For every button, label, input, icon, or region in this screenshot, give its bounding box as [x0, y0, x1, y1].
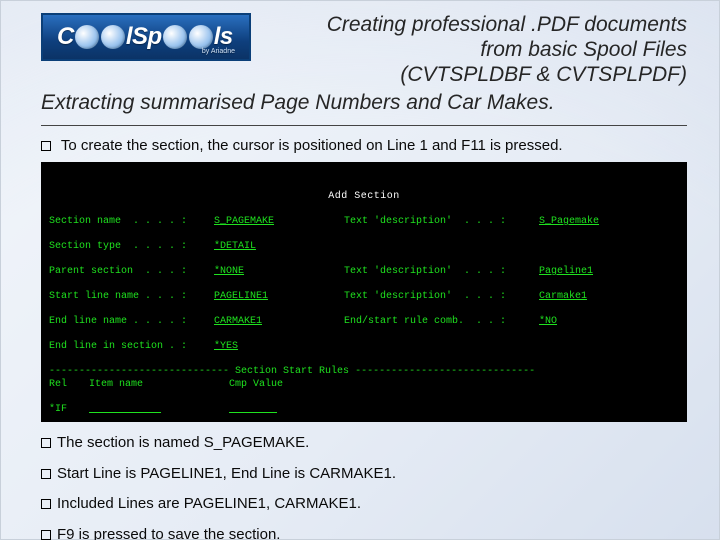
- note-item: Start Line is PAGELINE1, End Line is CAR…: [41, 463, 687, 486]
- col-rel: Rel: [49, 379, 89, 392]
- field-label: Section name . . . . :: [49, 216, 214, 229]
- note-item: The section is named S_PAGEMAKE.: [41, 432, 687, 455]
- field-value: S_PAGEMAKE: [214, 216, 344, 229]
- col-cmp: Cmp Value: [229, 379, 319, 392]
- notes-list: The section is named S_PAGEMAKE. Start L…: [41, 432, 687, 540]
- field-value: *NONE: [214, 266, 344, 279]
- terminal-screenshot: Add Section Section name . . . . :S_PAGE…: [41, 162, 687, 422]
- bullet-square-icon: [41, 530, 51, 540]
- col-item: Item name: [89, 379, 229, 392]
- bullet-square-icon: [41, 499, 51, 509]
- field-value: CARMAKE1: [214, 316, 344, 329]
- field-value: S_Pagemake: [539, 216, 599, 229]
- field-value: Carmake1: [539, 291, 587, 304]
- field-label: End line name . . . . :: [49, 316, 214, 329]
- note-text: F9 is pressed to save the section.: [57, 526, 280, 540]
- title-line-3: (CVTSPLDBF & CVTSPLPDF): [400, 63, 687, 86]
- title-line-1: Creating professional .PDF documents: [327, 13, 687, 36]
- note-item: F9 is pressed to save the section.: [41, 524, 687, 540]
- field-label: End line in section . :: [49, 341, 214, 354]
- field-value: PAGELINE1: [214, 291, 344, 304]
- bullet-square-icon: [41, 438, 51, 448]
- field-value: *NO: [539, 316, 557, 329]
- slide-content: To create the section, the cursor is pos…: [41, 135, 687, 540]
- slide-title: Creating professional .PDF documents fro…: [41, 13, 687, 118]
- note-text: Included Lines are PAGELINE1, CARMAKE1.: [57, 495, 361, 512]
- if-label: *IF: [49, 404, 89, 417]
- note-text: The section is named S_PAGEMAKE.: [57, 434, 309, 451]
- field-value: *YES: [214, 341, 344, 354]
- bullet-square-icon: [41, 141, 51, 151]
- bullet-square-icon: [41, 469, 51, 479]
- title-divider: [41, 125, 687, 126]
- slide: C lSp ls by Ariadne Creating professiona…: [0, 0, 720, 540]
- note-item: Included Lines are PAGELINE1, CARMAKE1.: [41, 493, 687, 516]
- note-text: Start Line is PAGELINE1, End Line is CAR…: [57, 465, 396, 482]
- field-value: Pageline1: [539, 266, 593, 279]
- field-label: Start line name . . . :: [49, 291, 214, 304]
- section-divider: ------------------------------: [49, 366, 235, 377]
- title-line-2: from basic Spool Files: [480, 38, 687, 61]
- rule-input: [89, 404, 229, 417]
- field-value: *DETAIL: [214, 241, 344, 254]
- field-label: Text 'description' . . . :: [344, 266, 539, 279]
- field-label: Text 'description' . . . :: [344, 291, 539, 304]
- field-label: Section type . . . . :: [49, 241, 214, 254]
- terminal-title: Add Section: [49, 191, 679, 204]
- field-label: Text 'description' . . . :: [344, 216, 539, 229]
- intro-bullet-text: To create the section, the cursor is pos…: [61, 137, 563, 154]
- field-label: Parent section . . . :: [49, 266, 214, 279]
- start-rules-label: Section Start Rules: [235, 366, 349, 377]
- slide-subtitle: Extracting summarised Page Numbers and C…: [41, 91, 687, 116]
- intro-bullet: To create the section, the cursor is pos…: [41, 137, 687, 154]
- field-label: End/start rule comb. . . :: [344, 316, 539, 329]
- rule-input: [229, 404, 319, 417]
